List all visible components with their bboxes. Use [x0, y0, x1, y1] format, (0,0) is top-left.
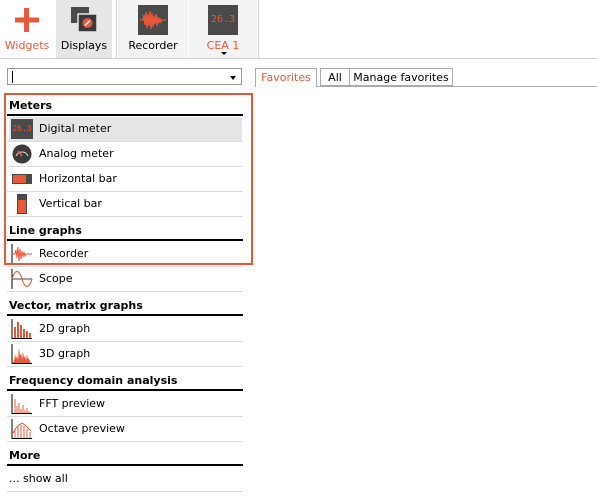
list-item-2d-graph[interactable]: 2D graph	[9, 317, 242, 341]
list-item-label: 2D graph	[39, 322, 91, 335]
tab-all[interactable]: All	[320, 68, 350, 86]
row-divider	[7, 291, 243, 292]
category-more: More	[9, 449, 41, 462]
list-item-label: Horizontal bar	[39, 172, 117, 185]
list-item-label: Recorder	[39, 247, 89, 260]
list-item-label: Octave preview	[39, 422, 125, 435]
row-divider	[7, 366, 243, 367]
list-item-horizontal-bar[interactable]: Horizontal bar	[9, 167, 242, 191]
list-item-label: FFT preview	[39, 397, 106, 410]
category-divider	[7, 464, 243, 466]
category-divider	[7, 314, 243, 316]
octave-icon	[11, 419, 32, 439]
top-toolbar: Widgets Displays Recorder 26.3 CEA 1	[0, 0, 597, 59]
chevron-down-icon[interactable]	[230, 76, 236, 80]
category-vector-matrix-graphs: Vector, matrix graphs	[9, 299, 143, 312]
category-line-graphs: Line graphs	[9, 224, 82, 237]
scope-icon	[11, 269, 33, 289]
analog-meter-icon	[12, 144, 32, 164]
digital-meter-icon: 26.3	[11, 119, 33, 139]
list-item-show-all[interactable]: ... show all	[9, 467, 242, 491]
list-item-fft-preview[interactable]: FFT preview	[9, 392, 242, 416]
show-all-link[interactable]: ... show all	[9, 472, 68, 485]
category-meters: Meters	[9, 99, 53, 112]
recorder-label: Recorder	[128, 39, 178, 52]
row-divider	[7, 491, 243, 492]
list-item-label: Vertical bar	[39, 197, 102, 210]
horizontal-bar-icon	[12, 174, 32, 184]
category-frequency-domain: Frequency domain analysis	[9, 374, 178, 387]
list-item-3d-graph[interactable]: 3D graph	[9, 342, 242, 366]
list-item-label: 3D graph	[39, 347, 91, 360]
recorder-button[interactable]: Recorder	[118, 0, 188, 58]
displays-label: Displays	[60, 39, 108, 52]
digital-readout-icon: 26.3	[208, 5, 238, 35]
plus-icon	[15, 8, 39, 32]
list-item-octave-preview[interactable]: Octave preview	[9, 417, 242, 441]
search-input[interactable]	[7, 68, 242, 85]
list-item-label: Scope	[39, 272, 73, 285]
list-item-label: Digital meter	[39, 122, 112, 135]
displays-button[interactable]: Displays	[56, 0, 112, 58]
category-divider	[7, 389, 243, 391]
displays-icon	[71, 7, 98, 33]
recorder-wave-icon	[11, 244, 32, 264]
row-divider	[7, 216, 243, 217]
tab-manage-favorites[interactable]: Manage favorites	[349, 68, 453, 86]
fft-icon	[11, 394, 32, 414]
cea-dropdown-icon	[221, 52, 227, 55]
list-item-label: Analog meter	[39, 147, 114, 160]
tab-favorites[interactable]: Favorites	[255, 68, 317, 87]
recorder-icon	[138, 5, 168, 35]
list-item-vertical-bar[interactable]: Vertical bar	[9, 192, 242, 216]
list-item-analog-meter[interactable]: Analog meter	[9, 142, 242, 166]
toolbar-separator	[116, 0, 117, 58]
vertical-bar-icon	[17, 194, 27, 214]
toolbar-separator	[258, 0, 259, 58]
list-item-scope[interactable]: Scope	[9, 267, 242, 291]
text-caret	[12, 71, 13, 83]
list-item-recorder[interactable]: Recorder	[9, 242, 242, 266]
row-divider	[7, 441, 243, 442]
list-item-digital-meter[interactable]: 26.3 Digital meter	[9, 117, 242, 141]
3d-graph-icon	[11, 344, 32, 364]
widgets-label: Widgets	[4, 39, 50, 52]
cea-label: CEA 1	[206, 39, 240, 52]
category-divider	[7, 239, 243, 241]
cea-channel-button[interactable]: 26.3 CEA 1	[189, 0, 257, 58]
bar-graph-icon	[11, 319, 32, 339]
category-divider	[7, 114, 243, 116]
widgets-button[interactable]: Widgets	[0, 0, 54, 58]
